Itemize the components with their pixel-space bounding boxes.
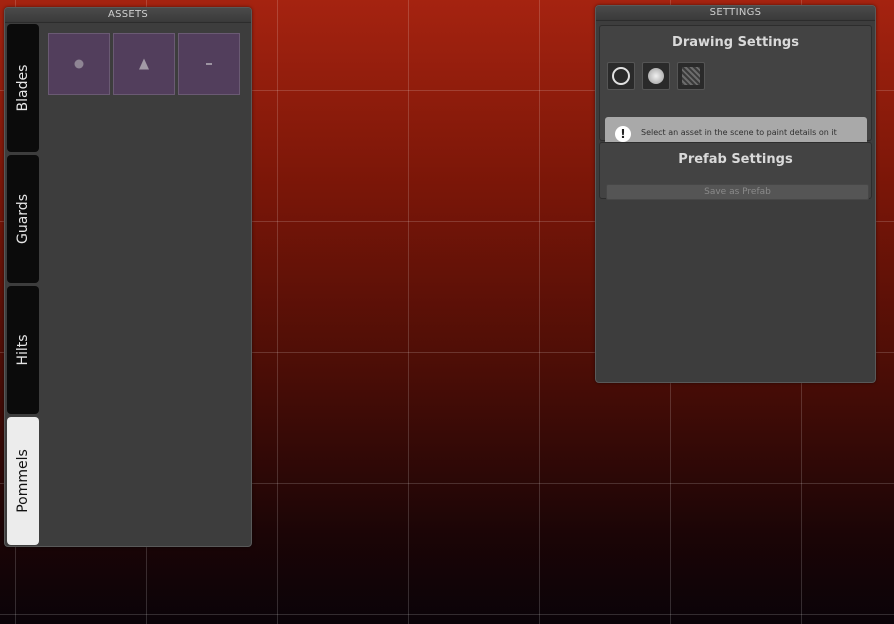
asset-thumbnail[interactable] <box>113 33 175 95</box>
drawing-settings-section: Drawing Settings ! Select an asset in th… <box>599 25 872 151</box>
assets-panel-title: ASSETS <box>5 8 251 23</box>
texture-brush-button[interactable] <box>677 62 705 90</box>
info-icon: ! <box>615 126 631 142</box>
solid-brush-icon <box>648 68 664 84</box>
settings-panel-title: SETTINGS <box>596 6 875 21</box>
tab-hilts[interactable]: Hilts <box>7 286 39 414</box>
flat-pommel-icon <box>206 63 212 65</box>
tab-label: Guards <box>15 194 31 244</box>
round-pommel-icon <box>74 59 84 69</box>
tab-label: Hilts <box>15 334 31 366</box>
settings-panel: SETTINGS Drawing Settings ! Select an as… <box>595 5 876 383</box>
tab-guards[interactable]: Guards <box>7 155 39 283</box>
solid-brush-button[interactable] <box>642 62 670 90</box>
tab-label: Pommels <box>15 449 31 513</box>
tab-label: Blades <box>15 64 31 112</box>
tab-pommels[interactable]: Pommels <box>7 417 39 545</box>
ring-brush-icon <box>612 67 630 85</box>
asset-thumbnail[interactable] <box>178 33 240 95</box>
cone-pommel-icon <box>139 58 149 70</box>
ring-brush-button[interactable] <box>607 62 635 90</box>
drawing-settings-title: Drawing Settings <box>672 35 799 50</box>
texture-brush-icon <box>682 67 700 85</box>
save-as-prefab-button[interactable]: Save as Prefab <box>606 184 869 200</box>
prefab-settings-title: Prefab Settings <box>678 152 793 167</box>
asset-category-tabs: Blades Guards Hilts Pommels <box>5 23 39 545</box>
assets-panel: ASSETS Blades Guards Hilts Pommels <box>4 7 252 547</box>
help-message-text: Select an asset in the scene to paint de… <box>641 128 837 137</box>
prefab-settings-section: Prefab Settings Save as Prefab <box>599 142 872 200</box>
tab-blades[interactable]: Blades <box>7 24 39 152</box>
asset-thumbnail[interactable] <box>48 33 110 95</box>
